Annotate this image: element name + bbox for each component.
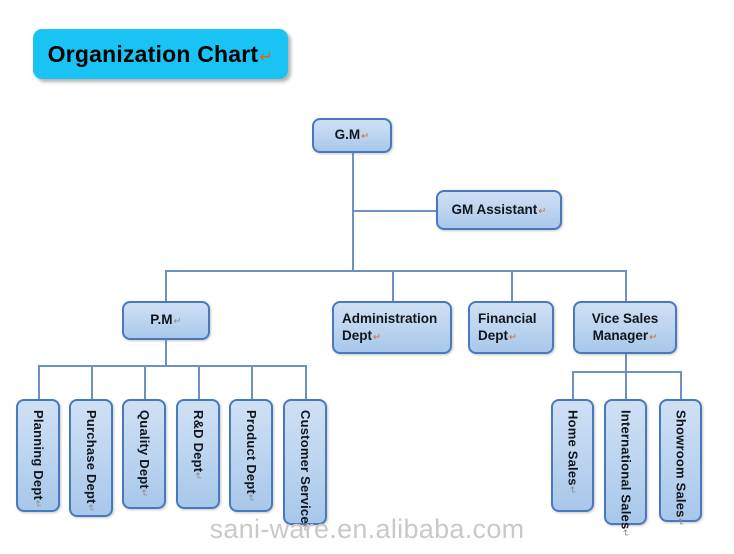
node-purchase-dept-label: Purchase Dept↵ [84,410,100,512]
node-planning-dept-label: Planning Dept↵ [31,410,47,509]
node-showroom-sales-label: Showroom Sales↵ [673,410,689,526]
node-purchase-dept[interactable]: Purchase Dept↵ [69,399,113,517]
node-international-sales[interactable]: International Sales↵ [604,399,647,537]
connector-drop-customer-service [305,365,307,399]
node-planning-dept[interactable]: Planning Dept↵ [16,399,60,512]
node-home-sales-label: Home Sales↵ [565,410,581,494]
return-mark-icon: ↵ [86,503,97,512]
return-mark-icon: ↵ [373,331,382,343]
return-mark-icon: ↵ [675,517,686,526]
connector-drop-rnd [198,365,200,399]
connector-gm-stem [352,153,354,271]
node-pm[interactable]: P.M↵ [122,301,210,340]
connector-drop-pm [165,270,167,301]
return-mark-icon: ↵ [246,494,257,503]
return-mark-icon: ↵ [33,500,44,509]
connector-drop-purchase [91,365,93,399]
return-mark-icon: ↵ [567,485,578,494]
return-mark-icon: ↵ [649,331,658,343]
node-showroom-sales[interactable]: Showroom Sales↵ [659,399,702,526]
node-pm-label: P.M↵ [150,312,182,328]
node-administration-dept[interactable]: Administration Dept↵ [332,301,452,354]
connector-drop-quality [144,365,146,399]
node-vice-sales-manager[interactable]: Vice Sales Manager↵ [573,301,677,354]
return-mark-icon: ↵ [538,205,547,217]
return-mark-icon: ↵ [173,316,182,328]
node-international-sales-label: International Sales↵ [618,410,634,538]
return-mark-icon: ↵ [139,488,150,497]
organization-chart: Organization Chart↵ G.M↵ GM Assistant↵ P… [0,0,734,554]
return-mark-icon: ↵ [620,529,631,538]
node-home-sales[interactable]: Home Sales↵ [551,399,594,512]
node-gm[interactable]: G.M↵ [312,118,392,153]
node-gm-label: G.M↵ [334,127,370,143]
connector-drop-product [251,365,253,399]
connector-vice-sales-stem [625,354,627,371]
node-gm-assistant-label: GM Assistant↵ [451,201,547,217]
page-title: Organization Chart↵ [33,29,288,79]
connector-drop-administration [392,270,394,301]
node-customer-service-label: Customer Service↵ [298,410,314,532]
node-financial-dept[interactable]: Financial Dept↵ [468,301,554,354]
connector-pm-children-bus [38,365,305,367]
node-product-dept-label: Product Dept↵ [244,410,260,503]
page-title-text: Organization Chart↵ [47,40,274,67]
connector-gm-to-assistant [352,210,436,212]
return-mark-icon: ↵ [509,331,518,343]
node-rnd-dept-label: R&D Dept↵ [191,410,207,481]
node-gm-assistant[interactable]: GM Assistant↵ [436,190,562,230]
node-product-dept[interactable]: Product Dept↵ [229,399,273,512]
node-financial-dept-label: Financial Dept↵ [478,310,537,343]
return-mark-icon: ↵ [361,131,370,143]
node-quality-dept-label: Quality Dept↵ [137,410,153,497]
return-mark-icon: ↵ [259,46,274,66]
node-quality-dept[interactable]: Quality Dept↵ [122,399,166,509]
node-administration-dept-label: Administration Dept↵ [342,310,438,343]
connector-drop-showroom-sales [680,371,682,399]
connector-drop-vice-sales [625,270,627,301]
connector-drop-financial [511,270,513,301]
connector-level2-bus [165,270,625,272]
return-mark-icon: ↵ [300,523,311,532]
connector-pm-stem [165,340,167,366]
connector-drop-planning [38,365,40,399]
node-rnd-dept[interactable]: R&D Dept↵ [176,399,220,509]
connector-drop-home-sales [572,371,574,399]
node-vice-sales-manager-label: Vice Sales Manager↵ [591,310,659,343]
node-customer-service[interactable]: Customer Service↵ [283,399,327,532]
return-mark-icon: ↵ [193,472,204,481]
connector-drop-international-sales [625,371,627,399]
